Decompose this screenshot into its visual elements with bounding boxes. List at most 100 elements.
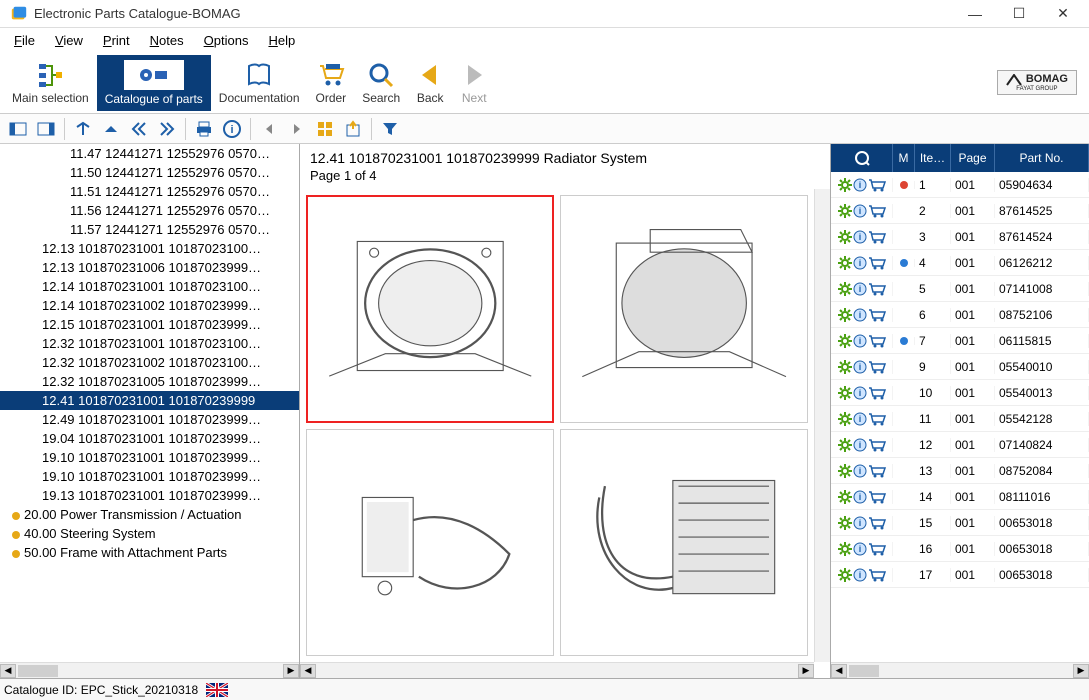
tree-item[interactable]: 12.13 101870231001 10187023100… [0, 239, 299, 258]
table-row[interactable]: i1700100653018 [831, 562, 1089, 588]
table-row[interactable]: i1100105542128 [831, 406, 1089, 432]
table-row[interactable]: i1000105540013 [831, 380, 1089, 406]
tree-item[interactable]: 12.14 101870231001 10187023100… [0, 277, 299, 296]
viewer-vscrollbar[interactable] [814, 189, 830, 662]
tree-panel[interactable]: 11.47 12441271 12552976 0570…11.50 12441… [0, 144, 300, 678]
info-icon[interactable]: i [853, 178, 867, 192]
cart-icon[interactable] [868, 308, 886, 322]
panel2-icon[interactable] [33, 117, 59, 141]
col-m[interactable]: M [893, 144, 915, 172]
tree-item[interactable]: 11.57 12441271 12552976 0570… [0, 220, 299, 239]
info-icon[interactable]: i [853, 412, 867, 426]
parts-hscrollbar[interactable]: ◀ ▶ [831, 662, 1089, 678]
info-icon[interactable]: i [853, 256, 867, 270]
gear-icon[interactable] [838, 464, 852, 478]
cart-icon[interactable] [868, 490, 886, 504]
export-icon[interactable] [340, 117, 366, 141]
cart-icon[interactable] [868, 256, 886, 270]
tree-item[interactable]: 19.10 101870231001 10187023999… [0, 467, 299, 486]
scroll-right-icon[interactable]: ▶ [1073, 664, 1089, 678]
menu-notes[interactable]: Notes [140, 33, 194, 48]
scroll-right-icon[interactable]: ▶ [798, 664, 814, 678]
info-icon[interactable]: i [853, 490, 867, 504]
gear-icon[interactable] [838, 230, 852, 244]
info-icon[interactable]: i [853, 360, 867, 374]
gear-icon[interactable] [838, 412, 852, 426]
table-row[interactable]: i100105904634 [831, 172, 1089, 198]
gear-icon[interactable] [838, 204, 852, 218]
info-icon[interactable]: i [853, 334, 867, 348]
gear-icon[interactable] [838, 178, 852, 192]
up-icon[interactable] [98, 117, 124, 141]
next3-icon[interactable] [284, 117, 310, 141]
info-icon[interactable]: i [853, 568, 867, 582]
tree-item[interactable]: 19.13 101870231001 10187023999… [0, 486, 299, 505]
cart-icon[interactable] [868, 230, 886, 244]
gear-icon[interactable] [838, 438, 852, 452]
tree-item[interactable]: 12.32 101870231002 10187023100… [0, 353, 299, 372]
tree-item[interactable]: 12.32 101870231001 10187023100… [0, 334, 299, 353]
minimize-button[interactable]: — [953, 0, 997, 28]
tree-item[interactable]: 20.00 Power Transmission / Actuation [0, 505, 299, 524]
col-item[interactable]: Ite… [915, 144, 951, 172]
print-icon[interactable] [191, 117, 217, 141]
info-icon[interactable]: i [853, 438, 867, 452]
gear-icon[interactable] [838, 542, 852, 556]
close-button[interactable]: ✕ [1041, 0, 1085, 28]
table-row[interactable]: i1600100653018 [831, 536, 1089, 562]
gear-icon[interactable] [838, 282, 852, 296]
cart-icon[interactable] [868, 438, 886, 452]
cart-icon[interactable] [868, 412, 886, 426]
gear-icon[interactable] [838, 308, 852, 322]
gear-icon[interactable] [838, 334, 852, 348]
maximize-button[interactable]: ☐ [997, 0, 1041, 28]
info-icon[interactable]: i [853, 464, 867, 478]
order-button[interactable]: Order [308, 55, 355, 111]
documentation-button[interactable]: Documentation [211, 55, 308, 111]
thumbnail-3[interactable] [306, 429, 554, 657]
prev2-icon[interactable] [126, 117, 152, 141]
tree-item[interactable]: 12.14 101870231002 10187023999… [0, 296, 299, 315]
scroll-left-icon[interactable]: ◀ [300, 664, 316, 678]
main-selection-button[interactable]: Main selection [4, 55, 97, 111]
col-actions[interactable] [831, 144, 893, 172]
tree-item[interactable]: 40.00 Steering System [0, 524, 299, 543]
tree-item[interactable]: 19.10 101870231001 10187023999… [0, 448, 299, 467]
gear-icon[interactable] [838, 568, 852, 582]
collapse-icon[interactable] [70, 117, 96, 141]
next2-icon[interactable] [154, 117, 180, 141]
info-icon[interactable]: i [853, 308, 867, 322]
tree-item[interactable]: 50.00 Frame with Attachment Parts [0, 543, 299, 562]
gear-icon[interactable] [838, 256, 852, 270]
tree-item[interactable]: 12.41 101870231001 101870239999 [0, 391, 299, 410]
table-row[interactable]: i400106126212 [831, 250, 1089, 276]
tree-item[interactable]: 12.49 101870231001 10187023999… [0, 410, 299, 429]
scroll-left-icon[interactable]: ◀ [831, 664, 847, 678]
menu-help[interactable]: Help [258, 33, 305, 48]
viewer-hscrollbar[interactable]: ◀ ▶ [300, 662, 814, 678]
table-row[interactable]: i1300108752084 [831, 458, 1089, 484]
menu-view[interactable]: View [45, 33, 93, 48]
scroll-left-icon[interactable]: ◀ [0, 664, 16, 678]
cart-icon[interactable] [868, 542, 886, 556]
menu-file[interactable]: File [4, 33, 45, 48]
tree-item[interactable]: 11.47 12441271 12552976 0570… [0, 144, 299, 163]
gear-icon[interactable] [838, 490, 852, 504]
table-row[interactable]: i500107141008 [831, 276, 1089, 302]
gear-icon[interactable] [838, 516, 852, 530]
table-row[interactable]: i600108752106 [831, 302, 1089, 328]
cart-icon[interactable] [868, 204, 886, 218]
table-row[interactable]: i1200107140824 [831, 432, 1089, 458]
menu-print[interactable]: Print [93, 33, 140, 48]
tree-item[interactable]: 11.50 12441271 12552976 0570… [0, 163, 299, 182]
cart-icon[interactable] [868, 516, 886, 530]
scroll-thumb[interactable] [18, 665, 58, 677]
thumbnail-4[interactable] [560, 429, 808, 657]
col-page[interactable]: Page [951, 144, 995, 172]
tree-item[interactable]: 12.32 101870231005 10187023999… [0, 372, 299, 391]
scroll-thumb[interactable] [849, 665, 879, 677]
table-row[interactable]: i900105540010 [831, 354, 1089, 380]
info-icon[interactable]: i [853, 204, 867, 218]
col-partno[interactable]: Part No. [995, 144, 1089, 172]
table-row[interactable]: i300187614524 [831, 224, 1089, 250]
